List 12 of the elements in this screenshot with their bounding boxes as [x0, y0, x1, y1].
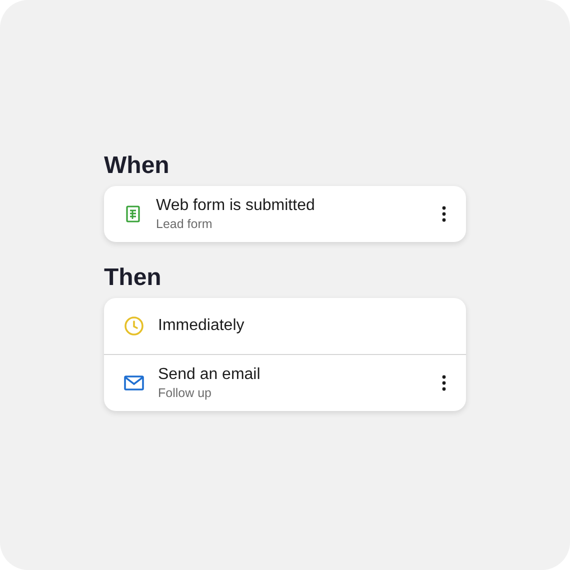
step-title: Web form is submitted — [156, 196, 316, 214]
envelope-icon — [124, 374, 144, 390]
more-vertical-icon — [442, 374, 446, 390]
step-subtitle: Follow up — [158, 386, 212, 400]
section-heading: Then — [104, 264, 162, 292]
step-title: Immediately — [158, 316, 246, 334]
step-subtitle: Lead form — [156, 216, 214, 230]
section-heading: When — [104, 152, 170, 180]
form-icon — [124, 204, 142, 222]
more-vertical-icon — [442, 206, 446, 222]
step-title: Send an email — [158, 366, 262, 384]
clock-icon — [124, 316, 144, 336]
